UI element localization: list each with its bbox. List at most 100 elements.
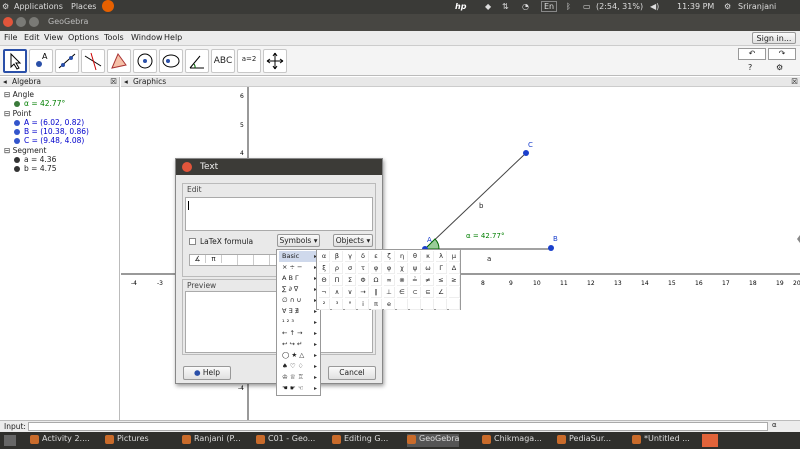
menu-window[interactable]: Window: [131, 33, 163, 42]
list-item[interactable]: A = (6.02, 0.82): [14, 118, 84, 127]
help-icon[interactable]: ?: [748, 63, 752, 72]
symbol-cell[interactable]: [397, 299, 408, 310]
symbol-cell[interactable]: τ: [358, 263, 369, 274]
symbol-cell[interactable]: θ: [410, 251, 421, 262]
symbol-cell[interactable]: ≤: [436, 275, 447, 286]
symbols-menu-item[interactable]: ♠ ♡ ♢: [279, 361, 319, 372]
visibility-dot-icon[interactable]: [14, 138, 20, 144]
symbols-menu-item[interactable]: ◯ ★ △: [279, 350, 319, 361]
graphics-close-icon[interactable]: ☒: [791, 77, 798, 87]
battery-status[interactable]: (2:54, 31%): [596, 2, 643, 11]
symbol-cell[interactable]: φ: [384, 263, 395, 274]
window-close-icon[interactable]: [3, 17, 13, 27]
keyboard-language[interactable]: En: [541, 1, 558, 12]
dropbox-icon[interactable]: ◆: [485, 2, 491, 11]
symbol-cell[interactable]: ¬: [319, 287, 330, 298]
tree-group-angle[interactable]: ⊟ Angle: [4, 90, 34, 99]
symbol-cell[interactable]: ∠: [436, 287, 447, 298]
symbol-cell[interactable]: ≟: [410, 275, 421, 286]
symbol-cell[interactable]: ∨: [345, 287, 356, 298]
symbol-cell[interactable]: °: [345, 299, 356, 310]
taskbar-item[interactable]: *Untitled ...: [632, 434, 690, 447]
taskbar-item[interactable]: Ranjani (P...: [182, 434, 241, 447]
symbol-cell[interactable]: β: [332, 251, 343, 262]
line-tool-button[interactable]: [55, 49, 79, 73]
symbol-cell[interactable]: Π: [332, 275, 343, 286]
taskbar-item[interactable]: Activity 2....: [30, 434, 90, 447]
text-edit-field[interactable]: [185, 197, 373, 231]
symbol-cell[interactable]: [423, 299, 434, 310]
taskbar-item[interactable]: Editing G...: [332, 434, 388, 447]
collapse-triangle-icon[interactable]: ◂: [3, 77, 7, 87]
symbol-cell[interactable]: Γ: [436, 263, 447, 274]
symbol-cell[interactable]: π: [371, 299, 382, 310]
help-button[interactable]: ● Help: [183, 366, 231, 380]
slider-tool-button[interactable]: a=2: [237, 49, 261, 73]
point-tool-button[interactable]: A: [29, 49, 53, 73]
symbol-cell[interactable]: ζ: [384, 251, 395, 262]
symbols-menu-item[interactable]: ← ↑ →: [279, 328, 319, 339]
conic-tool-button[interactable]: [159, 49, 183, 73]
menu-options[interactable]: Options: [68, 33, 99, 42]
symbol-cell[interactable]: μ: [449, 251, 460, 262]
symbol-cell[interactable]: ε: [371, 251, 382, 262]
symbol-cell[interactable]: η: [397, 251, 408, 262]
applications-menu[interactable]: Applications: [14, 2, 63, 11]
text-tool-button[interactable]: ABC: [211, 49, 235, 73]
menu-tools[interactable]: Tools: [104, 33, 124, 42]
symbol-cell[interactable]: ≥: [449, 275, 460, 286]
user-name[interactable]: Sriranjani: [738, 2, 776, 11]
visibility-dot-icon[interactable]: [14, 101, 20, 107]
wifi-icon[interactable]: ◔: [522, 2, 529, 11]
sign-in-button[interactable]: Sign in...: [752, 32, 796, 44]
window-minimize-icon[interactable]: [16, 17, 26, 27]
applications-icon[interactable]: ⚙: [2, 2, 9, 11]
point-b[interactable]: [548, 245, 554, 251]
symbol-cell[interactable]: ψ: [410, 263, 421, 274]
quick-symbol-angle[interactable]: ∡: [190, 255, 206, 263]
settings-icon[interactable]: ⚙: [724, 2, 731, 11]
undo-icon[interactable]: ↶: [738, 48, 766, 60]
symbols-menu-item[interactable]: ♔ ♕ ♖: [279, 372, 319, 383]
symbol-cell[interactable]: Ω: [371, 275, 382, 286]
symbol-cell[interactable]: χ: [397, 263, 408, 274]
symbol-cell[interactable]: σ: [345, 263, 356, 274]
symbol-cell[interactable]: ∥: [371, 287, 382, 298]
symbol-cell[interactable]: ρ: [332, 263, 343, 274]
redo-icon[interactable]: ↷: [768, 48, 796, 60]
objects-dropdown[interactable]: Objects ▾: [333, 234, 373, 247]
battery-icon[interactable]: ▭: [583, 2, 591, 11]
list-item[interactable]: B = (10.38, 0.86): [14, 127, 89, 136]
symbol-cell[interactable]: ∈: [397, 287, 408, 298]
latex-checkbox[interactable]: [189, 238, 196, 245]
network-icon[interactable]: ⇅: [502, 2, 509, 11]
input-field[interactable]: [28, 422, 768, 431]
volume-icon[interactable]: ◀): [650, 2, 659, 11]
taskbar-item-active[interactable]: GeoGebra: [407, 434, 460, 447]
symbol-cell[interactable]: →: [358, 287, 369, 298]
bluetooth-icon[interactable]: ᛒ: [566, 2, 571, 11]
circle-tool-button[interactable]: [133, 49, 157, 73]
menu-file[interactable]: File: [4, 33, 17, 42]
visibility-dot-icon[interactable]: [14, 166, 20, 172]
input-help-icon[interactable]: α: [772, 421, 777, 429]
symbol-cell[interactable]: κ: [423, 251, 434, 262]
symbols-menu-item[interactable]: ∅ ∩ ∪: [279, 295, 319, 306]
symbol-cell[interactable]: Δ: [449, 263, 460, 274]
taskbar-item[interactable]: C01 - Geo...: [256, 434, 315, 447]
symbol-cell[interactable]: [436, 299, 447, 310]
symbol-cell[interactable]: ∧: [332, 287, 343, 298]
symbol-cell[interactable]: ≠: [423, 275, 434, 286]
visibility-dot-icon[interactable]: [14, 129, 20, 135]
symbol-cell[interactable]: Φ: [358, 275, 369, 286]
visibility-dot-icon[interactable]: [14, 120, 20, 126]
symbol-cell[interactable]: ω: [423, 263, 434, 274]
menu-view[interactable]: View: [44, 33, 63, 42]
symbols-menu-item[interactable]: ☚ ☛ ☜: [279, 383, 319, 394]
point-c[interactable]: [523, 150, 529, 156]
symbol-cell[interactable]: ²: [319, 299, 330, 310]
clock[interactable]: 11:39 PM: [677, 2, 714, 11]
quick-symbol-empty[interactable]: [222, 255, 238, 265]
perpendicular-tool-button[interactable]: [81, 49, 105, 73]
move-tool-button[interactable]: [3, 49, 27, 73]
